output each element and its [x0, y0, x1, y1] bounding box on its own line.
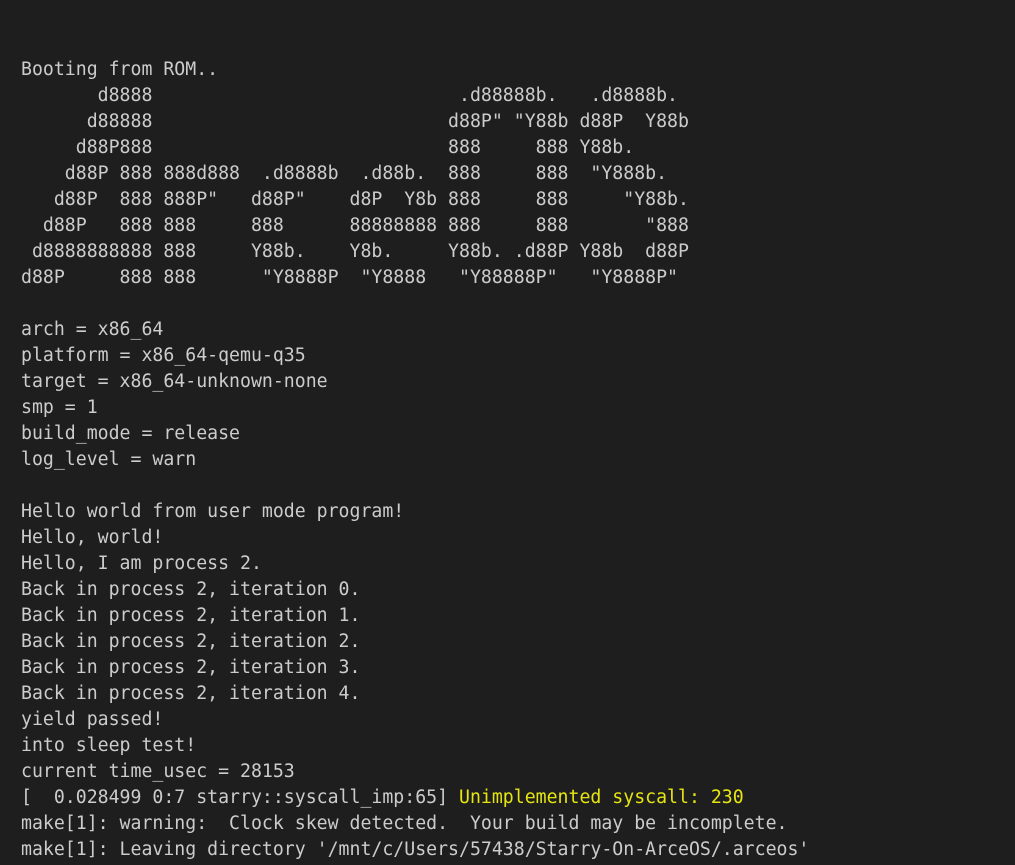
- terminal-line: d88P 888 888 "Y8888P "Y8888 "Y88888P" "Y…: [21, 265, 1015, 291]
- terminal-line: [ 0.028499 0:7 starry::syscall_imp:65] U…: [21, 785, 1015, 811]
- terminal-text: make[1]: warning: Clock skew detected. Y…: [21, 813, 788, 834]
- terminal-text: current time_usec = 28153: [21, 761, 295, 782]
- terminal-line: Hello world from user mode program!: [21, 499, 1015, 525]
- terminal-line: make[1]: warning: Clock skew detected. Y…: [21, 811, 1015, 837]
- terminal-line: current time_usec = 28153: [21, 759, 1015, 785]
- terminal-line: log_level = warn: [21, 447, 1015, 473]
- terminal-text: d88888 d88P" "Y88b d88P Y88b: [21, 111, 689, 132]
- terminal-line: Back in process 2, iteration 1.: [21, 603, 1015, 629]
- terminal-line: d88888 d88P" "Y88b d88P Y88b: [21, 109, 1015, 135]
- terminal-line: Back in process 2, iteration 3.: [21, 655, 1015, 681]
- terminal-text: d88P 888 888P" d88P" d8P Y8b 888 888 "Y8…: [21, 189, 689, 210]
- terminal-line: platform = x86_64-qemu-q35: [21, 343, 1015, 369]
- terminal-warning-text: Unimplemented syscall: 230: [459, 787, 744, 808]
- terminal-text: Back in process 2, iteration 0.: [21, 579, 361, 600]
- terminal-line: Back in process 2, iteration 2.: [21, 629, 1015, 655]
- terminal-line: d88P 888 888d888 .d8888b .d88b. 888 888 …: [21, 161, 1015, 187]
- terminal-line: make[1]: Leaving directory '/mnt/c/Users…: [21, 837, 1015, 863]
- terminal-text: Back in process 2, iteration 2.: [21, 631, 361, 652]
- terminal-line: d8888888888 888 Y88b. Y8b. Y88b. .d88P Y…: [21, 239, 1015, 265]
- terminal-text: d88P 888 888 888 88888888 888 888 "888: [21, 215, 689, 236]
- terminal-text: Back in process 2, iteration 3.: [21, 657, 361, 678]
- terminal-line: target = x86_64-unknown-none: [21, 369, 1015, 395]
- terminal-line: smp = 1: [21, 395, 1015, 421]
- terminal-line: into sleep test!: [21, 733, 1015, 759]
- terminal-line: yield passed!: [21, 707, 1015, 733]
- terminal-text: Hello, I am process 2.: [21, 553, 262, 574]
- terminal-text: d88P 888 888 "Y8888P "Y8888 "Y88888P" "Y…: [21, 267, 678, 288]
- terminal-text: target = x86_64-unknown-none: [21, 371, 328, 392]
- terminal-line: Booting from ROM..: [21, 57, 1015, 83]
- terminal-text: Hello, world!: [21, 527, 164, 548]
- terminal-text: build_mode = release: [21, 423, 240, 444]
- terminal-line: Back in process 2, iteration 4.: [21, 681, 1015, 707]
- terminal-line: build_mode = release: [21, 421, 1015, 447]
- terminal-line: d88P888 888 888 Y88b.: [21, 135, 1015, 161]
- terminal-text: d88P888 888 888 Y88b.: [21, 137, 635, 158]
- terminal-line: d8888 .d88888b. .d8888b.: [21, 83, 1015, 109]
- terminal-line: d88P 888 888 888 88888888 888 888 "888: [21, 213, 1015, 239]
- terminal-line: Back in process 2, iteration 0.: [21, 577, 1015, 603]
- terminal-text: platform = x86_64-qemu-q35: [21, 345, 306, 366]
- terminal-line: arch = x86_64: [21, 317, 1015, 343]
- terminal-text: smp = 1: [21, 397, 98, 418]
- terminal-line: d88P 888 888P" d88P" d8P Y8b 888 888 "Y8…: [21, 187, 1015, 213]
- terminal-text: Booting from ROM..: [21, 59, 219, 80]
- terminal-text: Back in process 2, iteration 4.: [21, 683, 361, 704]
- terminal-text: d8888 .d88888b. .d8888b.: [21, 85, 678, 106]
- terminal-text: arch = x86_64: [21, 319, 164, 340]
- terminal-line: Hello, world!: [21, 525, 1015, 551]
- terminal-text: [ 0.028499 0:7 starry::syscall_imp:65]: [21, 787, 459, 808]
- terminal-text: d8888888888 888 Y88b. Y8b. Y88b. .d88P Y…: [21, 241, 689, 262]
- terminal-text: d88P 888 888d888 .d8888b .d88b. 888 888 …: [21, 163, 668, 184]
- terminal-text: into sleep test!: [21, 735, 197, 756]
- terminal-text: Back in process 2, iteration 1.: [21, 605, 361, 626]
- terminal-line: Hello, I am process 2.: [21, 551, 1015, 577]
- terminal-text: yield passed!: [21, 709, 164, 730]
- terminal-output[interactable]: Booting from ROM.. d8888 .d88888b. .d888…: [0, 0, 1015, 865]
- terminal-text: Hello world from user mode program!: [21, 501, 405, 522]
- terminal-text: log_level = warn: [21, 449, 197, 470]
- terminal-text: make[1]: Leaving directory '/mnt/c/Users…: [21, 839, 810, 860]
